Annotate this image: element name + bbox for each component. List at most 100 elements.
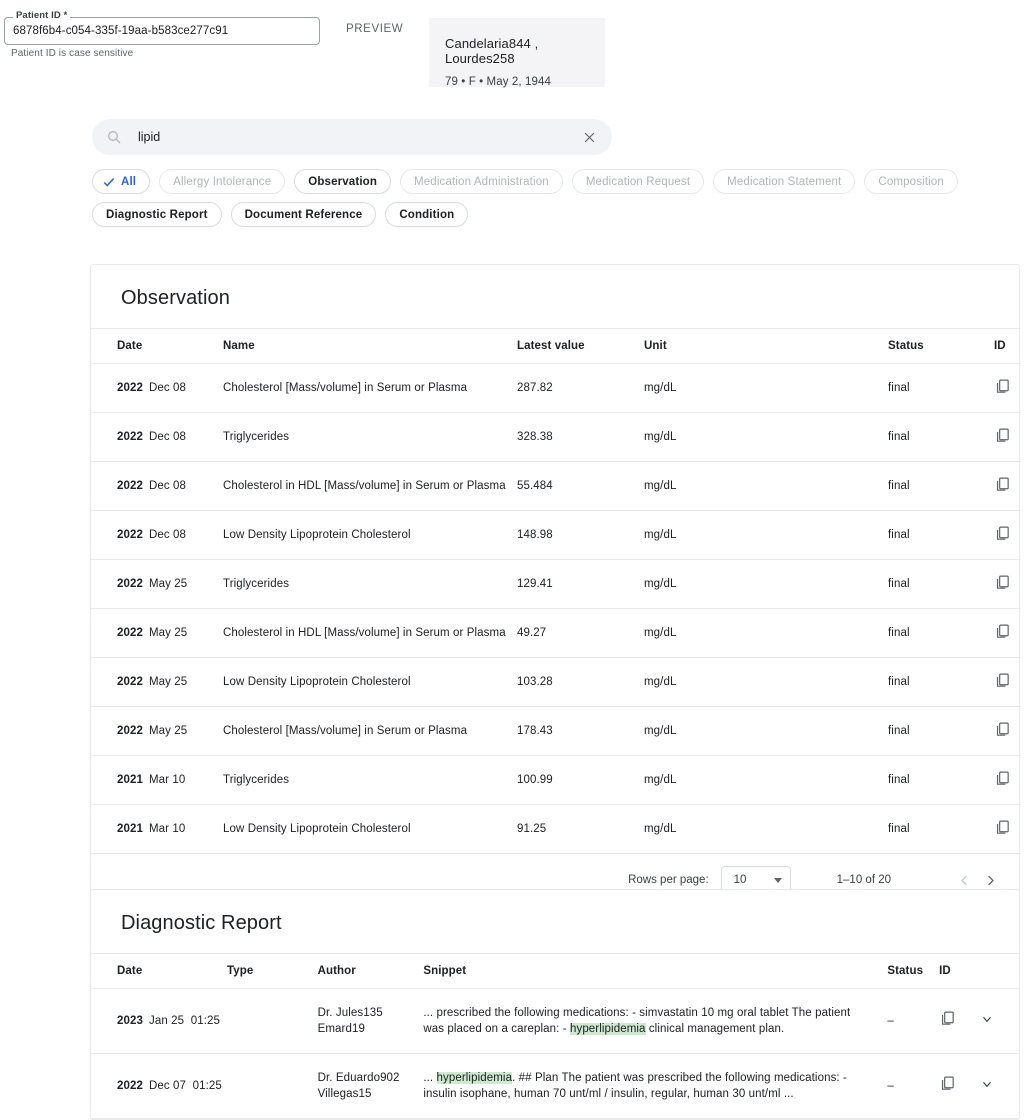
cell-id[interactable] — [994, 805, 1021, 854]
table-row[interactable]: 2022Dec 07 01:25Dr. Eduardo902 Villegas1… — [91, 1054, 1019, 1119]
cell-unit: mg/dL — [644, 756, 888, 805]
cell-id[interactable] — [994, 364, 1021, 413]
chip-allergy-intolerance[interactable]: Allergy Intolerance — [159, 169, 285, 194]
cell-id[interactable] — [994, 560, 1021, 609]
table-row[interactable]: 2022Dec 08Cholesterol in HDL [Mass/volum… — [91, 462, 1021, 511]
copy-id-icon[interactable] — [994, 574, 1012, 592]
copy-id-icon[interactable] — [994, 770, 1012, 788]
column-header-expand — [980, 954, 1019, 989]
cell-date: 2021Mar 10 — [91, 805, 223, 854]
cell-latest-value: 129.41 — [517, 560, 644, 609]
cell-id[interactable] — [994, 609, 1021, 658]
cell-unit: mg/dL — [644, 609, 888, 658]
copy-id-icon[interactable] — [994, 427, 1012, 445]
table-row[interactable]: 2021Mar 10Triglycerides100.99mg/dLfinal — [91, 756, 1021, 805]
chip-label: Medication Statement — [727, 176, 841, 188]
table-row[interactable]: 2023Jan 25 01:25Dr. Jules135 Emard19... … — [91, 989, 1019, 1054]
table-row[interactable]: 2022May 25Cholesterol [Mass/volume] in S… — [91, 707, 1021, 756]
cell-status: final — [888, 560, 994, 609]
cell-id[interactable] — [994, 707, 1021, 756]
copy-id-icon[interactable] — [994, 672, 1012, 690]
search-bar[interactable] — [92, 119, 612, 155]
cell-date: 2022Dec 08 — [91, 364, 223, 413]
chip-medication-request[interactable]: Medication Request — [572, 169, 704, 194]
chip-diagnostic-report[interactable]: Diagnostic Report — [92, 202, 222, 227]
cell-status: – — [887, 989, 939, 1054]
close-icon[interactable] — [580, 128, 598, 146]
observation-card: Observation Date Name Latest value Unit … — [90, 264, 1020, 907]
table-row[interactable]: 2022Dec 08Triglycerides328.38mg/dLfinal — [91, 413, 1021, 462]
table-row[interactable]: 2022May 25Triglycerides129.41mg/dLfinal — [91, 560, 1021, 609]
cell-latest-value: 91.25 — [517, 805, 644, 854]
cell-id[interactable] — [994, 658, 1021, 707]
cell-id[interactable] — [994, 462, 1021, 511]
search-match-highlight: hyperlipidemia — [437, 1072, 513, 1084]
chip-label: Medication Administration — [414, 176, 549, 188]
cell-unit: mg/dL — [644, 462, 888, 511]
chip-label: Diagnostic Report — [106, 209, 208, 221]
cell-id[interactable] — [994, 511, 1021, 560]
chip-observation[interactable]: Observation — [294, 169, 391, 194]
cell-date: 2022Dec 08 — [91, 462, 223, 511]
copy-id-icon[interactable] — [994, 623, 1012, 641]
cell-latest-value: 49.27 — [517, 609, 644, 658]
table-row[interactable]: 2022May 25Cholesterol in HDL [Mass/volum… — [91, 609, 1021, 658]
check-icon — [102, 175, 116, 189]
cell-type — [227, 1054, 318, 1119]
cell-name: Triglycerides — [223, 756, 517, 805]
copy-id-icon[interactable] — [994, 525, 1012, 543]
chip-document-reference[interactable]: Document Reference — [231, 202, 377, 227]
chip-medication-statement[interactable]: Medication Statement — [713, 169, 855, 194]
patient-id-toolbar: Patient ID * Patient ID is case sensitiv… — [0, 0, 1027, 100]
table-row[interactable]: 2022May 25Low Density Lipoprotein Choles… — [91, 658, 1021, 707]
cell-latest-value: 103.28 — [517, 658, 644, 707]
cell-latest-value: 178.43 — [517, 707, 644, 756]
cell-name: Cholesterol [Mass/volume] in Serum or Pl… — [223, 364, 517, 413]
observation-title: Observation — [91, 265, 1019, 328]
chip-medication-administration[interactable]: Medication Administration — [400, 169, 563, 194]
copy-id-icon[interactable] — [939, 1010, 957, 1028]
cell-date: 2021Mar 10 — [91, 756, 223, 805]
expand-row-button[interactable] — [980, 1054, 1019, 1119]
cell-latest-value: 287.82 — [517, 364, 644, 413]
cell-name: Triglycerides — [223, 413, 517, 462]
chevron-down-icon[interactable] — [980, 1077, 994, 1095]
cell-id[interactable] — [939, 1054, 980, 1119]
table-row[interactable]: 2022Dec 08Cholesterol [Mass/volume] in S… — [91, 364, 1021, 413]
table-row[interactable]: 2022Dec 08Low Density Lipoprotein Choles… — [91, 511, 1021, 560]
chip-all[interactable]: All — [92, 169, 150, 194]
cell-id[interactable] — [939, 989, 980, 1054]
patient-id-input[interactable] — [4, 17, 320, 45]
copy-id-icon[interactable] — [994, 378, 1012, 396]
copy-id-icon[interactable] — [994, 819, 1012, 837]
cell-id[interactable] — [994, 756, 1021, 805]
expand-row-button[interactable] — [980, 989, 1019, 1054]
chevron-down-icon — [774, 878, 782, 883]
cell-status: final — [888, 707, 994, 756]
cell-status: final — [888, 609, 994, 658]
chip-composition[interactable]: Composition — [864, 169, 958, 194]
cell-author: Dr. Jules135 Emard19 — [318, 989, 424, 1054]
chip-label: Observation — [308, 176, 377, 188]
copy-id-icon[interactable] — [994, 476, 1012, 494]
cell-name: Low Density Lipoprotein Cholesterol — [223, 658, 517, 707]
patient-id-field[interactable]: Patient ID * — [4, 17, 320, 45]
cell-name: Low Density Lipoprotein Cholesterol — [223, 805, 517, 854]
cell-latest-value: 100.99 — [517, 756, 644, 805]
table-header-row: Date Name Latest value Unit Status ID — [91, 329, 1021, 364]
column-header-status: Status — [888, 329, 994, 364]
copy-id-icon[interactable] — [939, 1075, 957, 1093]
cell-status: final — [888, 413, 994, 462]
copy-id-icon[interactable] — [994, 721, 1012, 739]
pagination-range: 1–10 of 20 — [837, 874, 891, 886]
chip-condition[interactable]: Condition — [385, 202, 468, 227]
cell-name: Cholesterol in HDL [Mass/volume] in Seru… — [223, 462, 517, 511]
cell-date: 2022Dec 07 01:25 — [91, 1054, 227, 1119]
cell-date: 2022Dec 08 — [91, 413, 223, 462]
table-row[interactable]: 2021Mar 10Low Density Lipoprotein Choles… — [91, 805, 1021, 854]
cell-id[interactable] — [994, 413, 1021, 462]
search-input[interactable] — [136, 129, 580, 145]
column-header-latest-value: Latest value — [517, 329, 644, 364]
diagnostic-report-table-body: 2023Jan 25 01:25Dr. Jules135 Emard19... … — [91, 989, 1019, 1119]
chevron-down-icon[interactable] — [980, 1012, 994, 1030]
